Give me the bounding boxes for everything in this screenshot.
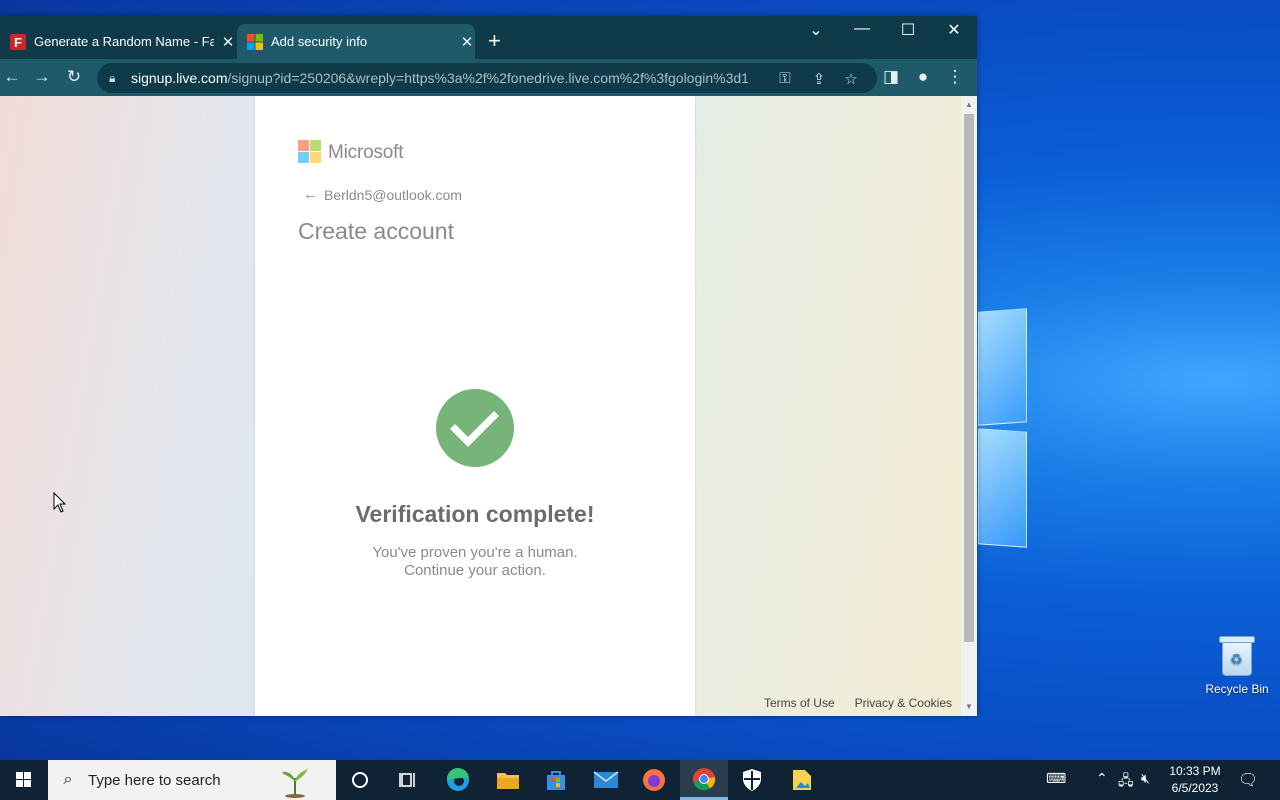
checkmark-icon — [436, 389, 514, 467]
profile-icon[interactable]: ● — [911, 67, 935, 87]
clock-time: 10:33 PM — [1169, 764, 1221, 778]
seedling-icon — [282, 768, 308, 798]
browser-toolbar: ← → ↻ 🔒︎ signup.live.com /signup?id=2502… — [0, 59, 977, 96]
tab-title: Generate a Random Name - Fake — [34, 34, 214, 49]
firefox-button[interactable] — [630, 760, 678, 800]
windows-logo-pane — [978, 308, 1027, 426]
mail-icon — [593, 771, 619, 788]
recycle-bin[interactable]: ♻ Recycle Bin — [1202, 630, 1272, 696]
chrome-icon — [693, 767, 716, 790]
tab-search-chevron-icon[interactable]: ⌄ — [793, 20, 839, 40]
scroll-up-icon[interactable]: ▲ — [965, 100, 973, 109]
search-placeholder: Type here to search — [88, 771, 221, 789]
notification-icon[interactable]: 🗨︎ — [1238, 770, 1258, 790]
taskbar: ⌕ Type here to search ⌨ ⌃ 🖧︎ 🔇︎ 10:33 PM… — [0, 760, 1280, 800]
microsoft-icon — [247, 33, 263, 50]
fakenamegenerator-icon: F — [10, 33, 26, 50]
new-tab-button[interactable]: + — [488, 30, 501, 52]
key-icon[interactable]: ⚿ — [775, 70, 795, 87]
chrome-button[interactable] — [680, 760, 728, 800]
bookmark-star-icon[interactable]: ☆ — [841, 70, 861, 88]
mouse-cursor-icon — [53, 491, 67, 519]
app-button[interactable] — [778, 760, 826, 800]
svg-text:F: F — [14, 35, 22, 50]
taskbar-search-box[interactable]: ⌕ Type here to search — [48, 760, 336, 800]
page-content: Microsoft ← Berldn5@outlook.com Create a… — [0, 96, 961, 716]
back-arrow-icon[interactable]: ← — [0, 67, 24, 87]
menu-dots-icon[interactable]: ⋮ — [943, 67, 967, 87]
store-button[interactable] — [532, 760, 580, 800]
privacy-link[interactable]: Privacy & Cookies — [855, 696, 952, 710]
email-label: Berldn5@outlook.com — [324, 186, 462, 203]
keyboard-icon[interactable]: ⌨ — [1046, 770, 1066, 787]
browser-window: F Generate a Random Name - Fake ✕ Add se… — [0, 16, 977, 716]
side-panel-icon[interactable]: ◨ — [879, 67, 903, 87]
edge-button[interactable] — [434, 760, 482, 800]
terms-link[interactable]: Terms of Use — [764, 696, 835, 710]
search-icon: ⌕ — [63, 771, 73, 788]
back-to-email[interactable]: ← Berldn5@outlook.com — [303, 186, 462, 203]
security-icon — [743, 769, 761, 791]
verification-message: You've proven you're a human. Continue y… — [255, 544, 695, 580]
verification-line-1: You've proven you're a human. — [372, 544, 578, 561]
windows-start-icon — [16, 772, 31, 787]
signup-card: Microsoft ← Berldn5@outlook.com Create a… — [255, 96, 695, 716]
clock-date: 6/5/2023 — [1171, 781, 1219, 795]
cortana-button[interactable] — [336, 760, 384, 800]
windows-logo-pane — [978, 428, 1027, 548]
brand-name: Microsoft — [328, 142, 404, 163]
lock-icon: 🔒︎ — [109, 70, 116, 85]
network-icon[interactable]: 🖧︎ — [1118, 770, 1134, 794]
close-tab-icon[interactable]: ✕ — [220, 33, 236, 51]
reload-icon[interactable]: ↻ — [62, 67, 86, 87]
close-window-button[interactable]: ✕ — [931, 20, 977, 40]
clock[interactable]: 10:33 PM 6/5/2023 — [1164, 763, 1226, 797]
tab-strip: F Generate a Random Name - Fake ✕ Add se… — [0, 16, 977, 59]
url-path: /signup?id=250206&wreply=https%3a%2f%2fo… — [227, 70, 748, 86]
scroll-down-icon[interactable]: ▼ — [965, 702, 973, 711]
recycle-bin-icon: ♻ — [1218, 634, 1256, 678]
security-button[interactable] — [728, 760, 776, 800]
url-host: signup.live.com — [131, 70, 228, 86]
app-icon — [793, 770, 811, 790]
address-bar[interactable]: 🔒︎ signup.live.com /signup?id=250206&wre… — [97, 63, 877, 93]
file-explorer-icon — [497, 773, 519, 789]
mail-button[interactable] — [582, 760, 630, 800]
task-view-icon — [399, 773, 415, 787]
maximize-button[interactable]: ☐ — [885, 20, 931, 40]
scrollbar-thumb[interactable] — [964, 114, 974, 642]
close-tab-icon[interactable]: ✕ — [459, 33, 475, 51]
file-explorer-button[interactable] — [484, 760, 532, 800]
forward-arrow-icon[interactable]: → — [30, 67, 54, 87]
minimize-button[interactable]: — — [839, 20, 885, 38]
volume-muted-icon[interactable]: 🔇︎ — [1141, 770, 1150, 787]
page-title: Create account — [298, 218, 454, 244]
firefox-icon — [643, 769, 665, 791]
share-icon[interactable]: ⇪ — [809, 70, 829, 88]
recycle-bin-label: Recycle Bin — [1205, 682, 1269, 696]
tab-fake-name-generator[interactable]: F Generate a Random Name - Fake ✕ — [0, 24, 236, 59]
chevron-up-icon[interactable]: ⌃ — [1096, 770, 1108, 787]
back-arrow-icon: ← — [303, 186, 318, 203]
verification-title: Verification complete! — [355, 501, 595, 527]
cortana-icon — [352, 772, 368, 788]
edge-icon — [446, 767, 469, 791]
page-footer: Terms of Use Privacy & Cookies — [764, 696, 952, 710]
task-view-button[interactable] — [384, 760, 432, 800]
start-button[interactable] — [0, 760, 48, 800]
store-icon — [547, 771, 565, 790]
verification-line-2: Continue your action. — [404, 562, 546, 579]
page-scrollbar[interactable]: ▲ ▼ — [961, 96, 977, 716]
tab-title: Add security info — [271, 34, 368, 49]
tab-add-security-info[interactable]: Add security info ✕ — [237, 24, 475, 59]
